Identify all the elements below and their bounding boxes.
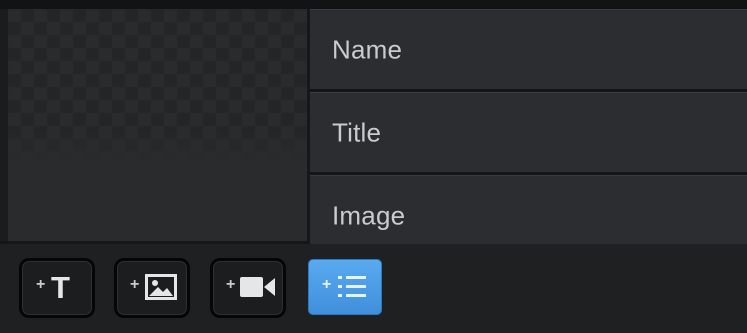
field-row-name[interactable]: Name: [310, 9, 747, 89]
field-label-title: Title: [332, 117, 382, 147]
field-label-image: Image: [332, 200, 406, 230]
top-border: [0, 0, 747, 9]
layer-toolbar: + T + + +: [0, 244, 747, 333]
fields-panel: Name Title Image: [310, 9, 747, 256]
add-image-button[interactable]: +: [114, 258, 190, 318]
plus-icon: +: [322, 276, 332, 293]
plus-icon: +: [226, 276, 236, 293]
add-list-button[interactable]: +: [308, 259, 382, 315]
add-image-icon: [145, 274, 177, 300]
field-row-image[interactable]: Image: [310, 175, 747, 255]
add-text-button[interactable]: + T: [19, 258, 95, 318]
plus-icon: +: [36, 276, 46, 293]
preview-canvas[interactable]: [8, 9, 307, 241]
field-row-title[interactable]: Title: [310, 92, 747, 172]
plus-icon: +: [130, 276, 140, 293]
editor-window: Name Title Image + T + + +: [0, 0, 747, 333]
add-text-icon: T: [51, 270, 70, 305]
add-list-icon: [338, 276, 366, 297]
add-video-icon: [240, 277, 275, 297]
preview-background: [8, 129, 307, 241]
add-video-button[interactable]: +: [210, 258, 286, 318]
field-label-name: Name: [332, 34, 403, 64]
